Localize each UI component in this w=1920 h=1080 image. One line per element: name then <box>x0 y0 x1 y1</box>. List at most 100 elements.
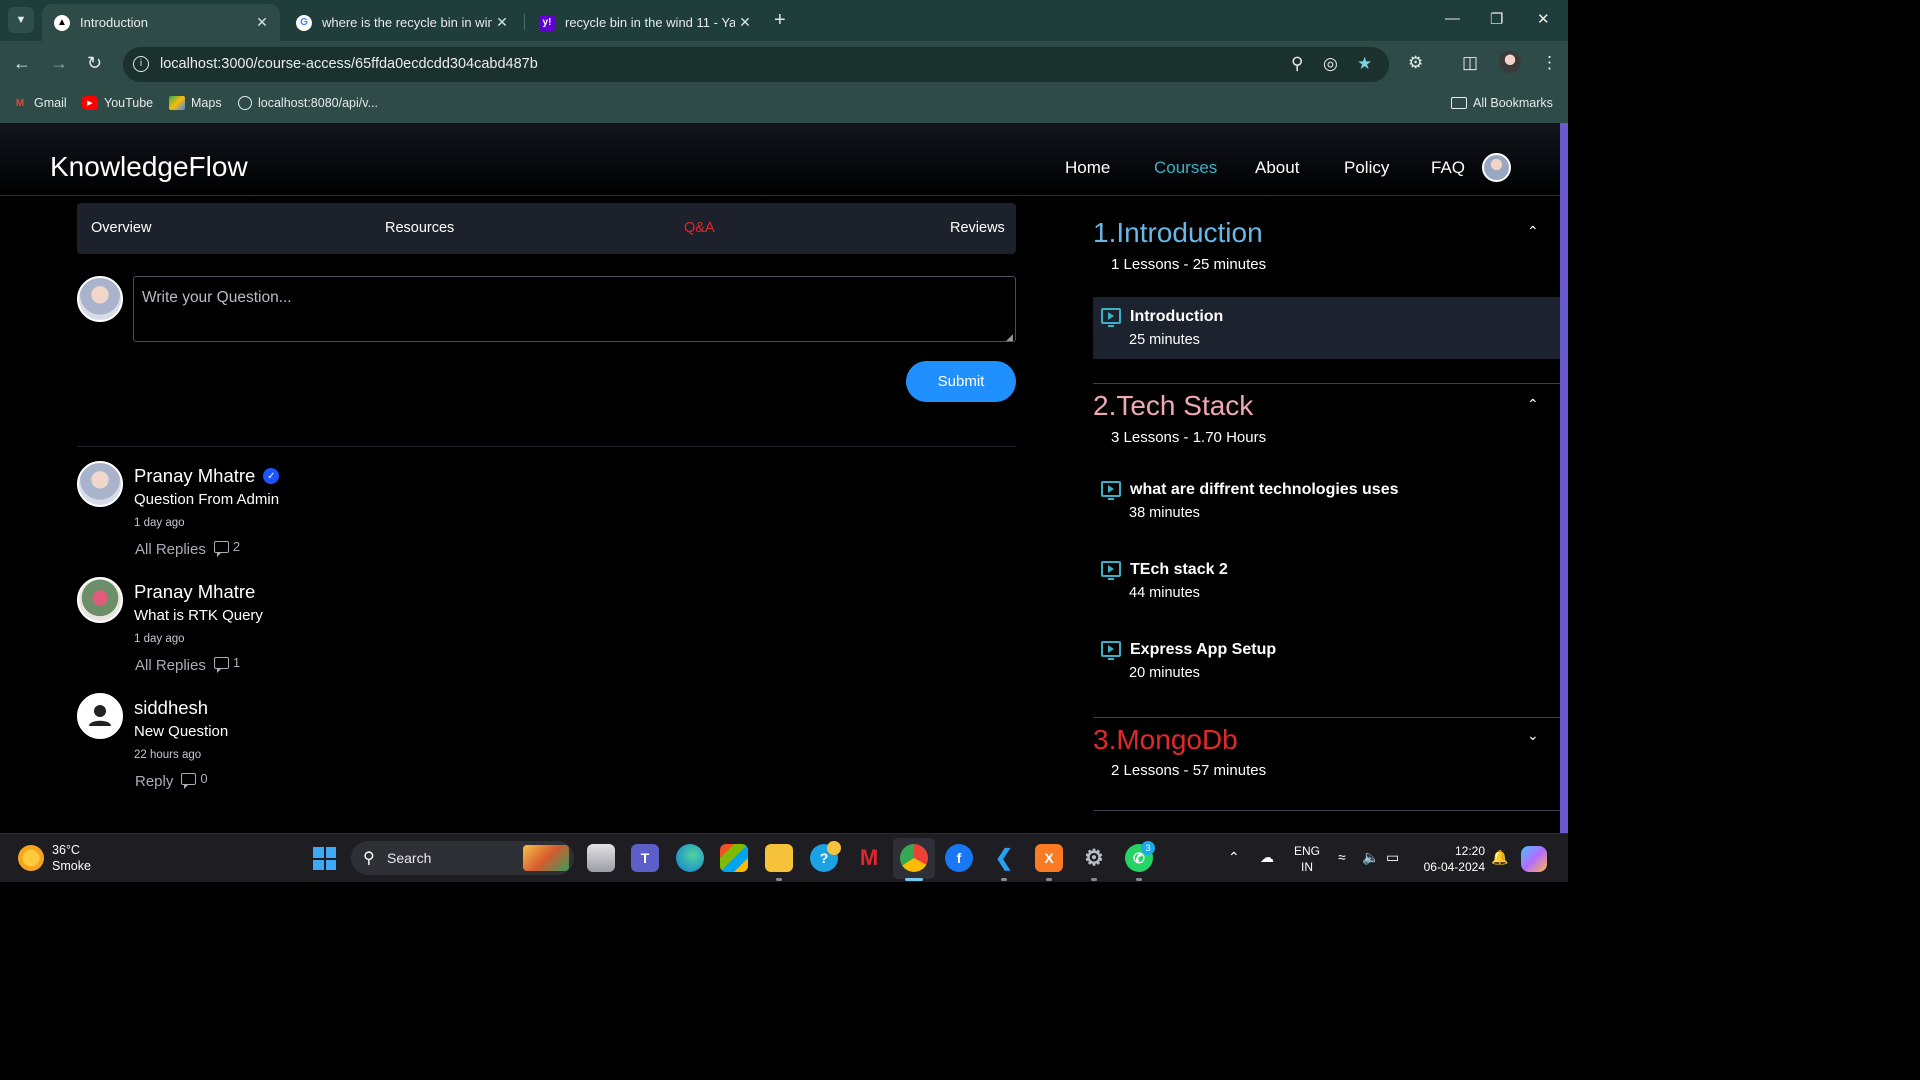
xampp-icon[interactable]: X <box>1035 844 1063 872</box>
address-bar[interactable]: i localhost:3000/course-access/65ffda0ec… <box>123 47 1389 82</box>
all-bookmarks-button[interactable]: All Bookmarks <box>1451 96 1553 110</box>
settings-gear-icon[interactable]: ⚙ <box>1080 844 1108 872</box>
site-logo[interactable]: KnowledgeFlow <box>50 151 248 183</box>
file-explorer-icon[interactable] <box>765 844 793 872</box>
window-close-icon[interactable]: ✕ <box>1537 10 1550 28</box>
address-url[interactable]: localhost:3000/course-access/65ffda0ecdc… <box>160 56 538 72</box>
language-indicator[interactable]: ENG IN <box>1294 843 1320 875</box>
teams-icon[interactable]: T <box>631 844 659 872</box>
section-title[interactable]: 3.MongoDb <box>1093 724 1238 756</box>
tab-resources[interactable]: Resources <box>385 220 454 236</box>
close-tab-icon[interactable]: ✕ <box>735 14 755 31</box>
user-avatar[interactable] <box>1482 153 1511 182</box>
volume-icon[interactable]: 🔈 <box>1362 849 1379 866</box>
tab-reviews[interactable]: Reviews <box>950 220 1005 236</box>
page-scrollbar[interactable] <box>1560 123 1568 833</box>
site-info-icon[interactable]: i <box>133 56 149 72</box>
site-favicon-icon: ▲ <box>54 14 70 31</box>
lesson-item[interactable]: what are diffrent technologies uses 38 m… <box>1093 470 1560 532</box>
yahoo-favicon-icon: y! <box>539 14 555 31</box>
chevron-down-icon: ▼ <box>15 14 27 26</box>
commenter-avatar <box>77 577 123 623</box>
chevron-up-icon[interactable]: ⌃ <box>1527 223 1539 240</box>
tab-qa[interactable]: Q&A <box>684 220 715 236</box>
bookmark-gmail[interactable]: M Gmail <box>12 96 67 110</box>
lesson-title: what are diffrent technologies uses <box>1130 481 1399 498</box>
side-panel-icon[interactable]: ◫ <box>1462 53 1478 73</box>
task-view-icon[interactable] <box>587 844 615 872</box>
nav-courses[interactable]: Courses <box>1154 158 1217 178</box>
nav-policy[interactable]: Policy <box>1344 158 1389 178</box>
section-title[interactable]: 2.Tech Stack <box>1093 390 1253 422</box>
store-icon[interactable] <box>720 844 748 872</box>
onedrive-icon[interactable]: ☁ <box>1260 849 1274 866</box>
vscode-icon[interactable]: ❮ <box>990 844 1018 872</box>
copilot-icon[interactable] <box>1521 846 1547 872</box>
eye-off-icon[interactable]: ◎ <box>1323 54 1338 74</box>
bookmark-star-icon[interactable]: ★ <box>1357 54 1372 74</box>
replies-toggle[interactable]: All Replies 1 <box>135 655 240 674</box>
clock-time: 12:20 <box>1454 844 1485 858</box>
chevron-up-icon[interactable]: ⌃ <box>1527 396 1539 413</box>
facebook-icon[interactable]: f <box>945 844 973 872</box>
browser-tab-introduction[interactable]: ▲ Introduction ✕ <box>42 4 280 41</box>
reply-toggle[interactable]: Reply 0 <box>135 771 208 790</box>
question-input[interactable] <box>133 276 1016 342</box>
tab-overview[interactable]: Overview <box>91 220 151 236</box>
bookmark-maps[interactable]: Maps <box>169 96 222 110</box>
chevron-up-icon[interactable]: ⌃ <box>1228 849 1240 866</box>
battery-icon[interactable]: ▭ <box>1386 849 1399 866</box>
wifi-icon[interactable]: ≈ <box>1338 849 1346 865</box>
lesson-item[interactable]: TEch stack 2 44 minutes <box>1093 550 1560 612</box>
menu-dots-icon[interactable]: ⋮ <box>1541 53 1558 73</box>
chevron-down-icon[interactable]: ⌄ <box>1527 727 1539 744</box>
maps-icon <box>169 96 185 110</box>
comment-bubble-icon <box>213 656 229 673</box>
submit-button[interactable]: Submit <box>906 361 1016 402</box>
clock[interactable]: 12:20 06-04-2024 <box>1415 843 1485 875</box>
weather-widget[interactable]: 36°C Smoke <box>52 842 91 874</box>
globe-icon <box>238 96 252 110</box>
chrome-icon[interactable] <box>900 844 928 872</box>
taskbar-search[interactable]: ⚲ Search <box>351 841 574 875</box>
running-indicator <box>1091 878 1097 881</box>
section-title[interactable]: 1.Introduction <box>1093 217 1263 249</box>
replies-toggle[interactable]: All Replies 2 <box>135 539 240 558</box>
replies-label: Reply <box>135 773 174 790</box>
lesson-title: Express App Setup <box>1130 641 1277 658</box>
nav-about[interactable]: About <box>1255 158 1299 178</box>
browser-tab-google[interactable]: G where is the recycle bin in windo ✕ <box>284 4 520 41</box>
resize-handle-icon[interactable]: ◢ <box>1006 332 1013 343</box>
new-tab-icon[interactable]: + <box>774 9 786 32</box>
mcafee-icon[interactable]: M <box>855 844 883 872</box>
close-tab-icon[interactable]: ✕ <box>492 14 512 31</box>
minimize-icon[interactable]: — <box>1445 10 1460 27</box>
forward-arrow-icon[interactable]: → <box>50 53 68 74</box>
weather-desc: Smoke <box>52 859 91 873</box>
windows-start-icon[interactable] <box>313 847 336 870</box>
lesson-item[interactable]: Express App Setup 20 minutes <box>1093 630 1560 692</box>
restore-icon[interactable]: ❐ <box>1490 10 1503 28</box>
commenter-name-row: Pranay Mhatre ✓ <box>134 465 280 487</box>
nav-faq[interactable]: FAQ <box>1431 158 1465 178</box>
lesson-item[interactable]: Introduction 25 minutes <box>1093 297 1560 359</box>
nav-home[interactable]: Home <box>1065 158 1110 178</box>
notification-bell-icon[interactable]: 🔔 <box>1491 849 1508 866</box>
gmail-icon: M <box>15 97 25 109</box>
replies-label: All Replies <box>135 657 206 674</box>
back-arrow-icon[interactable]: ← <box>13 53 31 74</box>
reload-icon[interactable]: ↻ <box>87 53 102 74</box>
zoom-icon[interactable]: ⚲ <box>1291 54 1303 74</box>
tab-search-button[interactable]: ▼ <box>8 7 34 33</box>
close-tab-icon[interactable]: ✕ <box>252 14 272 31</box>
weather-sun-icon[interactable] <box>18 845 44 871</box>
edge-icon[interactable] <box>676 844 704 872</box>
extensions-icon[interactable]: ⚙ <box>1408 53 1423 73</box>
section-meta: 2 Lessons - 57 minutes <box>1111 762 1267 779</box>
bookmark-localhost-api[interactable]: localhost:8080/api/v... <box>238 96 378 110</box>
browser-tab-yahoo[interactable]: y! recycle bin in the wind 11 - Yah ✕ <box>527 4 763 41</box>
bookmark-youtube[interactable]: ▶ YouTube <box>82 96 153 110</box>
profile-avatar[interactable] <box>1499 51 1521 73</box>
tab-title: Introduction <box>80 15 148 30</box>
comment-item: Pranay Mhatre What is RTK Query 1 day ag… <box>77 577 577 687</box>
